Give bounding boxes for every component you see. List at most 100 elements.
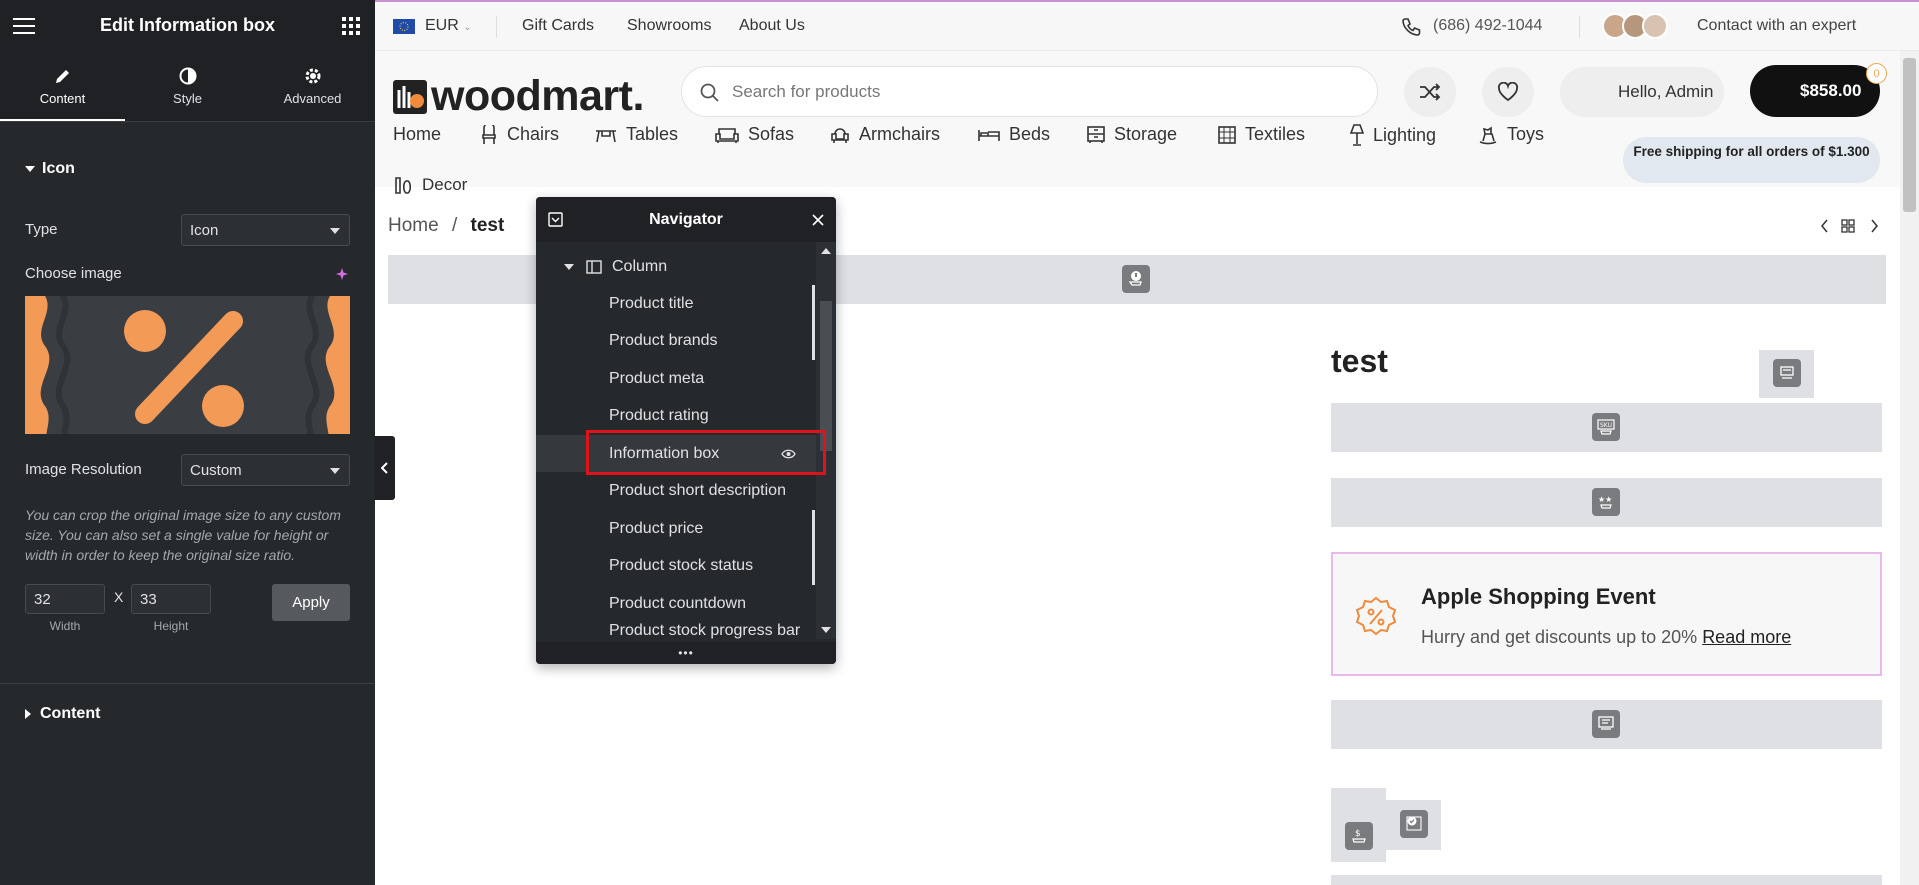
info-box-title: Apple Shopping Event [1421, 584, 1656, 609]
type-label: Type [25, 221, 58, 238]
percent-badge-icon [25, 296, 350, 434]
scroll-up-icon[interactable] [821, 248, 831, 254]
divider [1579, 16, 1580, 38]
eu-flag-icon [393, 19, 415, 34]
nav-storage[interactable]: Storage [1087, 124, 1177, 145]
chevron-left-icon [381, 462, 388, 474]
navigator-header[interactable]: Navigator [536, 197, 836, 242]
breadcrumb-home[interactable]: Home [388, 215, 439, 236]
resolution-label: Image Resolution [25, 461, 142, 478]
chevron-down-icon: ⌄ [463, 22, 472, 33]
pencil-icon [55, 69, 69, 83]
section-content-toggle[interactable]: Content [0, 705, 100, 723]
currency-label: EUR [425, 17, 459, 34]
tab-content[interactable]: Content [0, 51, 125, 121]
rocking-horse-icon [1479, 126, 1497, 144]
link-about-us[interactable]: About Us [739, 17, 805, 35]
logo[interactable]: woodmart. [393, 72, 644, 121]
cart-count-badge: 0 [1866, 63, 1887, 84]
nav-armchairs[interactable]: Armchairs [830, 124, 940, 145]
search-icon [700, 83, 719, 102]
search-input[interactable]: Search for products [681, 66, 1378, 117]
type-select[interactable]: Icon [181, 214, 350, 246]
product-nav[interactable] [1818, 218, 1882, 234]
navigator-item[interactable]: Product stock progress bar [536, 622, 816, 642]
resolution-select[interactable]: Custom [181, 454, 350, 486]
nav-home[interactable]: Home [393, 124, 441, 145]
next-widget-placeholder[interactable] [1331, 875, 1882, 885]
phone-number[interactable]: (686) 492-1044 [1433, 17, 1542, 35]
price-widget-icon: $ [1345, 822, 1373, 850]
grid-icon [1841, 219, 1855, 233]
nav-textiles[interactable]: Textiles [1218, 124, 1305, 145]
dropdown-arrow-icon [330, 228, 340, 234]
nav-toys[interactable]: Toys [1478, 124, 1544, 145]
resolution-hint: You can crop the original image size to … [25, 507, 341, 563]
navigator-item[interactable]: Product brands [536, 322, 816, 359]
navigator-item[interactable]: Product title [536, 285, 816, 322]
woodmart-logo-icon [393, 79, 427, 114]
account-greeting: Hello, Admin [1618, 82, 1714, 101]
nav-tables[interactable]: Tables [595, 124, 678, 145]
info-box-description: Hurry and get discounts up to 20% [1421, 627, 1698, 647]
panel-title: Edit Information box [100, 15, 275, 35]
sku-widget-icon: SKU [1592, 413, 1620, 441]
navigator-item[interactable]: Product price [536, 510, 816, 547]
breadcrumb-current: test [470, 215, 505, 236]
link-showrooms[interactable]: Showrooms [627, 17, 711, 35]
width-input[interactable]: 32 [25, 584, 105, 614]
free-shipping-note: Free shipping for all orders of $1.300 [1623, 137, 1880, 183]
navigator-item[interactable]: Product stock status [536, 547, 816, 584]
close-icon[interactable] [812, 214, 824, 226]
resize-handle[interactable]: ••• [536, 642, 836, 664]
section-content-label: Content [40, 705, 101, 722]
nav-decor[interactable]: Decor [393, 175, 467, 195]
account-button[interactable]: Hello, Admin [1560, 67, 1724, 117]
nav-label: Decor [422, 175, 468, 194]
navigator-item[interactable]: Product countdown [536, 585, 816, 622]
table-icon [596, 129, 616, 142]
apply-button[interactable]: Apply [272, 584, 350, 621]
section-icon-toggle[interactable]: Icon [0, 160, 75, 178]
currency-selector[interactable]: EUR ⌄ [425, 17, 472, 35]
ai-sparkle-icon[interactable] [335, 267, 350, 282]
navigator-item[interactable]: Product meta [536, 360, 816, 397]
information-box[interactable]: Apple Shopping Event Hurry and get disco… [1331, 552, 1882, 676]
collapse-all-icon[interactable] [548, 212, 563, 227]
width-label: Width [49, 619, 81, 633]
nav-lighting[interactable]: Lighting [1350, 124, 1436, 146]
navigator-scroll-thumb[interactable] [820, 301, 832, 451]
height-input[interactable]: 33 [131, 584, 211, 614]
page-scroll-thumb[interactable] [1903, 58, 1916, 212]
tab-style[interactable]: Style [125, 51, 250, 121]
link-gift-cards[interactable]: Gift Cards [522, 17, 594, 35]
apps-grid-icon[interactable] [342, 17, 360, 35]
navigator-item-label: Product countdown [609, 594, 746, 612]
compare-button[interactable] [1404, 67, 1456, 117]
svg-text:$: $ [1355, 829, 1361, 839]
navigator-item-label: Product meta [609, 369, 705, 387]
type-select-value: Icon [190, 222, 219, 239]
nav-sofas[interactable]: Sofas [715, 124, 794, 145]
product-title[interactable]: test [1331, 343, 1388, 380]
nav-chairs[interactable]: Chairs [480, 124, 559, 145]
navigator-item[interactable]: Product short description [536, 472, 816, 509]
section-icon-label: Icon [42, 160, 75, 177]
drag-dots-icon: ••• [678, 646, 694, 660]
contact-expert-link[interactable]: Contact with an expert [1697, 17, 1856, 35]
read-more-link[interactable]: Read more [1702, 627, 1791, 647]
tab-advanced[interactable]: Advanced [250, 51, 375, 121]
sofa-icon [715, 127, 739, 143]
navigator-title: Navigator [649, 210, 723, 228]
image-preview[interactable] [25, 296, 350, 434]
nav-beds[interactable]: Beds [978, 124, 1050, 145]
scroll-down-icon[interactable] [821, 627, 831, 633]
cart-button[interactable]: $858.00 [1750, 65, 1880, 117]
chair-icon [482, 124, 496, 144]
collapse-panel-button[interactable] [375, 436, 395, 500]
navigator-item-column[interactable]: Column [536, 248, 816, 285]
wishlist-button[interactable] [1482, 67, 1534, 117]
navigator-item[interactable]: Product rating [536, 397, 816, 434]
divider [496, 16, 497, 38]
height-label: Height [153, 619, 189, 633]
